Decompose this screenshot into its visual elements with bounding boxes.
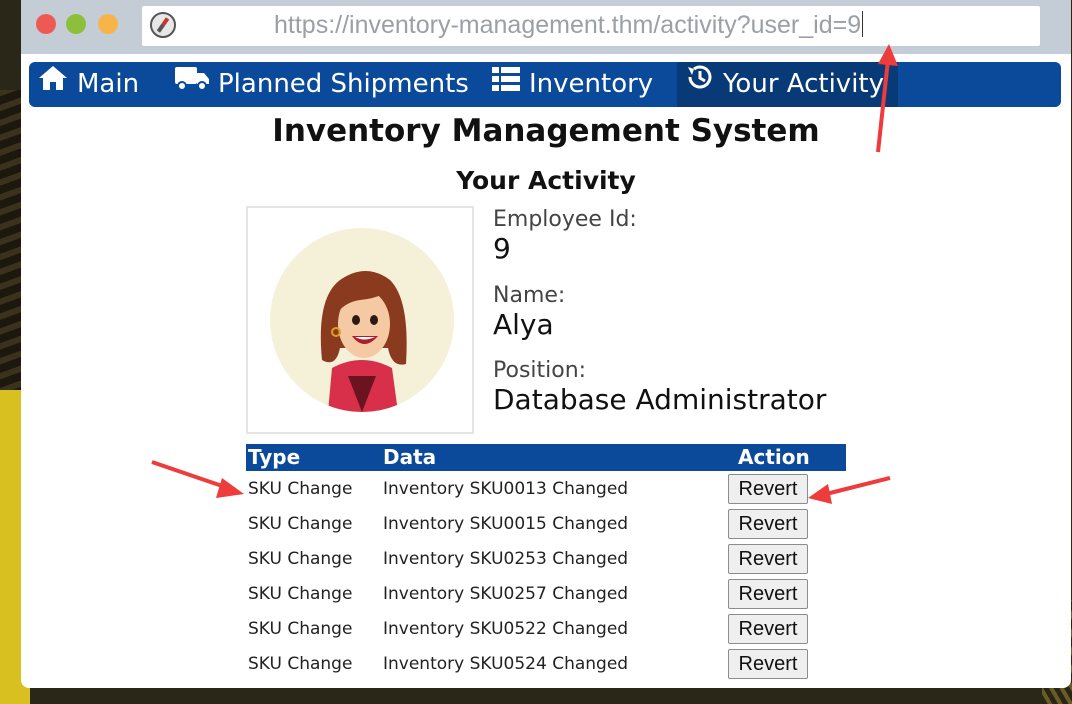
name-value: Alya [493,308,554,341]
employee-id-value: 9 [493,232,511,265]
address-bar[interactable]: https://inventory-management.thm/activit… [142,6,1040,46]
nav-item-label: Main [77,69,140,99]
employee-id-field: Employee Id: 9 [493,207,637,265]
row-type: SKU Change [248,654,353,674]
column-header-action: Action [738,445,810,469]
table-row: SKU Change Inventory SKU0257 Changed Rev… [246,576,846,611]
truck-icon [174,62,210,107]
row-type: SKU Change [248,584,353,604]
column-header-type: Type [248,445,301,469]
activity-table: Type Data Action SKU Change Inventory SK… [246,444,846,681]
nav-item-label: Inventory [529,69,654,99]
page-title: Inventory Management System [272,113,820,149]
row-type: SKU Change [248,549,353,569]
revert-button[interactable]: Revert [728,579,808,609]
table-row: SKU Change Inventory SKU0015 Changed Rev… [246,506,846,541]
section-title: Your Activity [456,166,636,195]
revert-button[interactable]: Revert [728,509,808,539]
revert-button[interactable]: Revert [728,614,808,644]
close-window-button[interactable] [36,14,56,34]
avatar [270,228,454,412]
row-data: Inventory SKU0524 Changed [383,654,629,674]
row-data: Inventory SKU0522 Changed [383,619,629,639]
browser-titlebar: https://inventory-management.thm/activit… [21,0,1071,54]
table-header: Type Data Action [246,444,846,471]
list-icon [491,62,521,107]
row-type: SKU Change [248,479,353,499]
revert-button[interactable]: Revert [728,544,808,574]
position-value: Database Administrator [493,383,827,416]
nav-item-inventory[interactable]: Inventory [491,62,653,107]
row-data: Inventory SKU0013 Changed [383,479,629,499]
nav-item-label: Planned Shipments [218,69,469,99]
row-data: Inventory SKU0015 Changed [383,514,629,534]
compass-icon [150,12,176,38]
browser-window: https://inventory-management.thm/activit… [21,0,1071,688]
minimize-window-button[interactable] [66,14,86,34]
home-icon [37,62,69,107]
table-row: SKU Change Inventory SKU0524 Changed Rev… [246,646,846,681]
nav-item-main[interactable]: Main [37,62,139,107]
text-cursor [862,11,864,37]
row-type: SKU Change [248,514,353,534]
table-row: SKU Change Inventory SKU0522 Changed Rev… [246,611,846,646]
position-field: Position: Database Administrator [493,358,826,416]
nav-item-your-activity[interactable]: Your Activity [677,62,899,107]
position-label: Position: [493,358,587,383]
nav-item-planned-shipments[interactable]: Planned Shipments [174,62,469,107]
maximize-window-button[interactable] [98,14,118,34]
row-type: SKU Change [248,619,353,639]
main-navigation: Main Planned Shipments Inventory Your Ac… [29,62,1061,107]
url-text: https://inventory-management.thm/activit… [274,11,864,39]
table-row: SKU Change Inventory SKU0253 Changed Rev… [246,541,846,576]
revert-button[interactable]: Revert [728,474,808,504]
revert-button[interactable]: Revert [728,649,808,679]
row-data: Inventory SKU0253 Changed [383,549,629,569]
name-label: Name: [493,283,566,308]
name-field: Name: Alya [493,283,565,341]
table-row: SKU Change Inventory SKU0013 Changed Rev… [246,471,846,506]
column-header-data: Data [383,445,437,469]
history-icon [685,62,715,107]
row-data: Inventory SKU0257 Changed [383,584,629,604]
profile-photo [246,206,474,434]
nav-item-label: Your Activity [723,69,885,99]
employee-id-label: Employee Id: [493,207,637,232]
